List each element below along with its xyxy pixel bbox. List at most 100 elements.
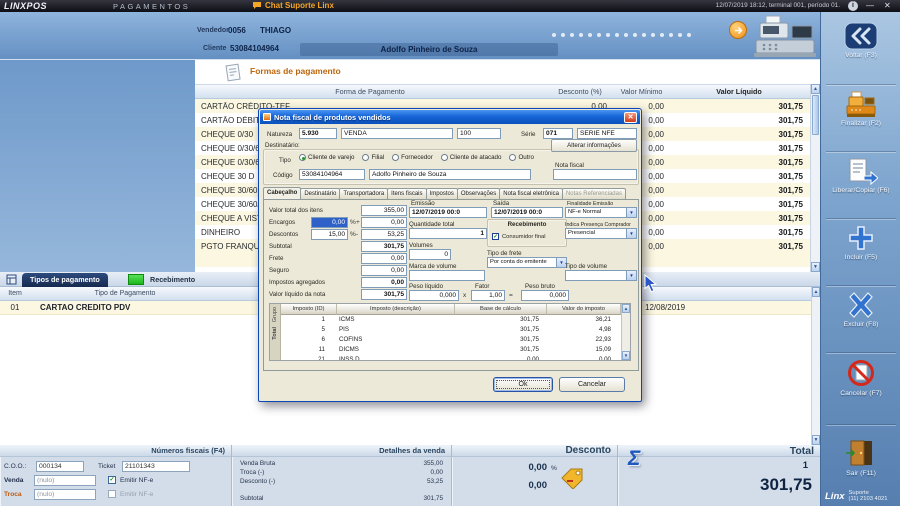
- modal-close-icon[interactable]: ✕: [624, 111, 637, 123]
- payment-liquido: 301,75: [778, 129, 803, 139]
- minimize-icon[interactable]: —: [866, 1, 874, 11]
- emissao-label: Emissão: [411, 200, 435, 207]
- tab-tipos-pagamento[interactable]: Tipos de pagamento: [22, 273, 108, 287]
- venda-label: Venda: [4, 477, 24, 484]
- impostos-scrollbar[interactable]: ▲ ▼: [621, 304, 630, 360]
- venda-input[interactable]: (nulo): [34, 475, 96, 486]
- liberar-copiar-button[interactable]: Liberar/Copiar (F6): [821, 157, 900, 194]
- cancelar-button[interactable]: Cancelar (F7): [821, 358, 900, 397]
- serie-code-input[interactable]: 071: [543, 128, 573, 139]
- coo-input[interactable]: 000134: [36, 461, 84, 472]
- modal-tab[interactable]: Impostos: [425, 188, 458, 199]
- emitir-nfe-checkbox[interactable]: ✓: [108, 476, 116, 484]
- alterar-informacoes-button[interactable]: Alterar informações: [551, 139, 637, 152]
- peso-liquido-input[interactable]: 0,000: [409, 290, 459, 301]
- presenca-dropdown[interactable]: Presencial: [565, 228, 637, 239]
- encargos-valor-input[interactable]: 0,00: [361, 217, 407, 228]
- tipo-volume-dropdown[interactable]: [565, 270, 637, 281]
- descontos-label: Descontos: [269, 231, 299, 238]
- emitir-nfe-disabled-checkbox[interactable]: [108, 490, 116, 498]
- scroll-down-icon[interactable]: ▼: [812, 435, 820, 445]
- encargos-pct-input[interactable]: 0,00: [311, 217, 348, 228]
- modal-tab[interactable]: Destinatário: [300, 188, 341, 199]
- received-scrollbar[interactable]: ▲ ▼: [811, 287, 820, 445]
- impostos-table: Grupo Total Imposto (ID) Imposto (descri…: [269, 303, 631, 361]
- tipo-radio-option[interactable]: Cliente de atacado: [440, 154, 501, 161]
- chat-support-link[interactable]: Chat Suporte Linx: [252, 1, 334, 10]
- fator-input[interactable]: 1,00: [471, 290, 505, 301]
- consumidor-final-checkbox[interactable]: ✓: [492, 233, 499, 240]
- quantidade-input[interactable]: 1: [409, 228, 487, 239]
- imposto-row[interactable]: 1 ICMS 301,75 36,21: [281, 315, 621, 325]
- modal-titlebar[interactable]: Nota fiscal de produtos vendidos ✕: [260, 110, 640, 124]
- voltar-button[interactable]: Voltar (F3): [821, 22, 900, 59]
- detalhes-line: Venda Bruta 355,00: [240, 460, 443, 467]
- serie-desc-input[interactable]: SERIE NFE: [577, 128, 637, 139]
- peso-bruto-input[interactable]: 0,000: [521, 290, 569, 301]
- scroll-up-icon[interactable]: ▲: [811, 84, 820, 94]
- tipo-frete-dropdown[interactable]: Por conta do emitente: [487, 257, 567, 268]
- scroll-up-icon[interactable]: ▲: [622, 304, 630, 313]
- modal-tab[interactable]: Cabeçalho: [263, 187, 302, 199]
- natureza-num-input[interactable]: 100: [457, 128, 501, 139]
- tipo-radio-option[interactable]: Outro: [509, 154, 534, 161]
- cancelar-modal-button[interactable]: Cancelar: [559, 377, 625, 392]
- saida-input[interactable]: 12/07/2019 00:0: [491, 207, 563, 218]
- vendedor-label: Vendedor: [197, 27, 229, 34]
- marca-volume-input[interactable]: [409, 270, 485, 281]
- imposto-valor: 15,09: [595, 346, 611, 353]
- ok-button[interactable]: Ok: [493, 377, 553, 392]
- descontos-pct-input[interactable]: 15,00: [311, 229, 348, 240]
- modal-tab[interactable]: Nota fiscal eletrônica: [499, 188, 563, 199]
- imposto-row[interactable]: 11 DICMS 301,75 15,09: [281, 345, 621, 355]
- scroll-down-icon[interactable]: ▼: [811, 262, 820, 272]
- payment-scrollbar[interactable]: ▲ ▼: [810, 84, 820, 272]
- ticket-input[interactable]: 21101343: [122, 461, 190, 472]
- desconto-title: Desconto: [452, 445, 617, 457]
- subtotal-input[interactable]: 301,75: [361, 241, 407, 252]
- imposto-id: 11: [318, 346, 325, 353]
- valor-liquido-input[interactable]: 301,75: [361, 289, 407, 300]
- descontos-minus: -: [356, 231, 359, 238]
- imposto-row[interactable]: 5 PIS 301,75 4,98: [281, 325, 621, 335]
- tipo-radio-option[interactable]: Filial: [362, 154, 384, 161]
- seguro-input[interactable]: 0,00: [361, 265, 407, 276]
- scroll-down-icon[interactable]: ▼: [622, 351, 630, 360]
- troca-input[interactable]: (nulo): [34, 489, 96, 500]
- scroll-up-icon[interactable]: ▲: [812, 287, 820, 297]
- impostos-agregados-input[interactable]: 0,00: [361, 277, 407, 288]
- tipo-radio-option[interactable]: Fornecedor: [392, 154, 433, 161]
- frete-input[interactable]: 0,00: [361, 253, 407, 264]
- valor-total-input[interactable]: 355,00: [361, 205, 407, 216]
- info-icon[interactable]: i: [848, 1, 858, 11]
- finalizar-button[interactable]: Finalizar (F2): [821, 90, 900, 127]
- finalidade-dropdown[interactable]: NF-e Normal: [565, 207, 637, 218]
- desconto-pct: 0,00: [528, 462, 548, 473]
- excluir-button[interactable]: Excluir (F8): [821, 291, 900, 328]
- natureza-code-input[interactable]: 5.930: [299, 128, 337, 139]
- descontos-valor-input[interactable]: 53,25: [361, 229, 407, 240]
- nota-fiscal-input[interactable]: [553, 169, 637, 180]
- modal-tab[interactable]: Transportadora: [339, 188, 389, 199]
- codigo-nome-input[interactable]: Adolfo Pinheiro de Souza: [369, 169, 531, 180]
- natureza-desc-input[interactable]: VENDA: [341, 128, 453, 139]
- scroll-thumb[interactable]: [812, 95, 819, 135]
- discount-tag-icon[interactable]: [560, 467, 586, 489]
- close-icon[interactable]: ✕: [884, 1, 891, 11]
- cash-register-image: [754, 15, 816, 57]
- tipo-radio-option[interactable]: Cliente de varejo: [299, 154, 354, 161]
- modal-tab[interactable]: Notas Referenciadas: [561, 188, 626, 199]
- next-arrow-button[interactable]: [729, 21, 747, 39]
- imposto-row[interactable]: 21 INSS D 0,00 0,00: [281, 355, 621, 360]
- modal-tab[interactable]: Observações: [456, 188, 501, 199]
- sair-button[interactable]: Sair (F11): [821, 438, 900, 477]
- incluir-button[interactable]: Incluir (F5): [821, 224, 900, 261]
- radio-icon: [299, 154, 306, 161]
- volumes-input[interactable]: 0: [409, 249, 451, 260]
- imposto-row[interactable]: 6 COFINS 301,75 22,93: [281, 335, 621, 345]
- tab-recebimento[interactable]: Recebimento: [150, 275, 195, 284]
- codigo-input[interactable]: 53084104964: [299, 169, 365, 180]
- impostos-total-label: Total: [272, 327, 278, 341]
- modal-tab[interactable]: Itens fiscais: [387, 188, 427, 199]
- emissao-input[interactable]: 12/07/2019 00:0: [409, 207, 487, 218]
